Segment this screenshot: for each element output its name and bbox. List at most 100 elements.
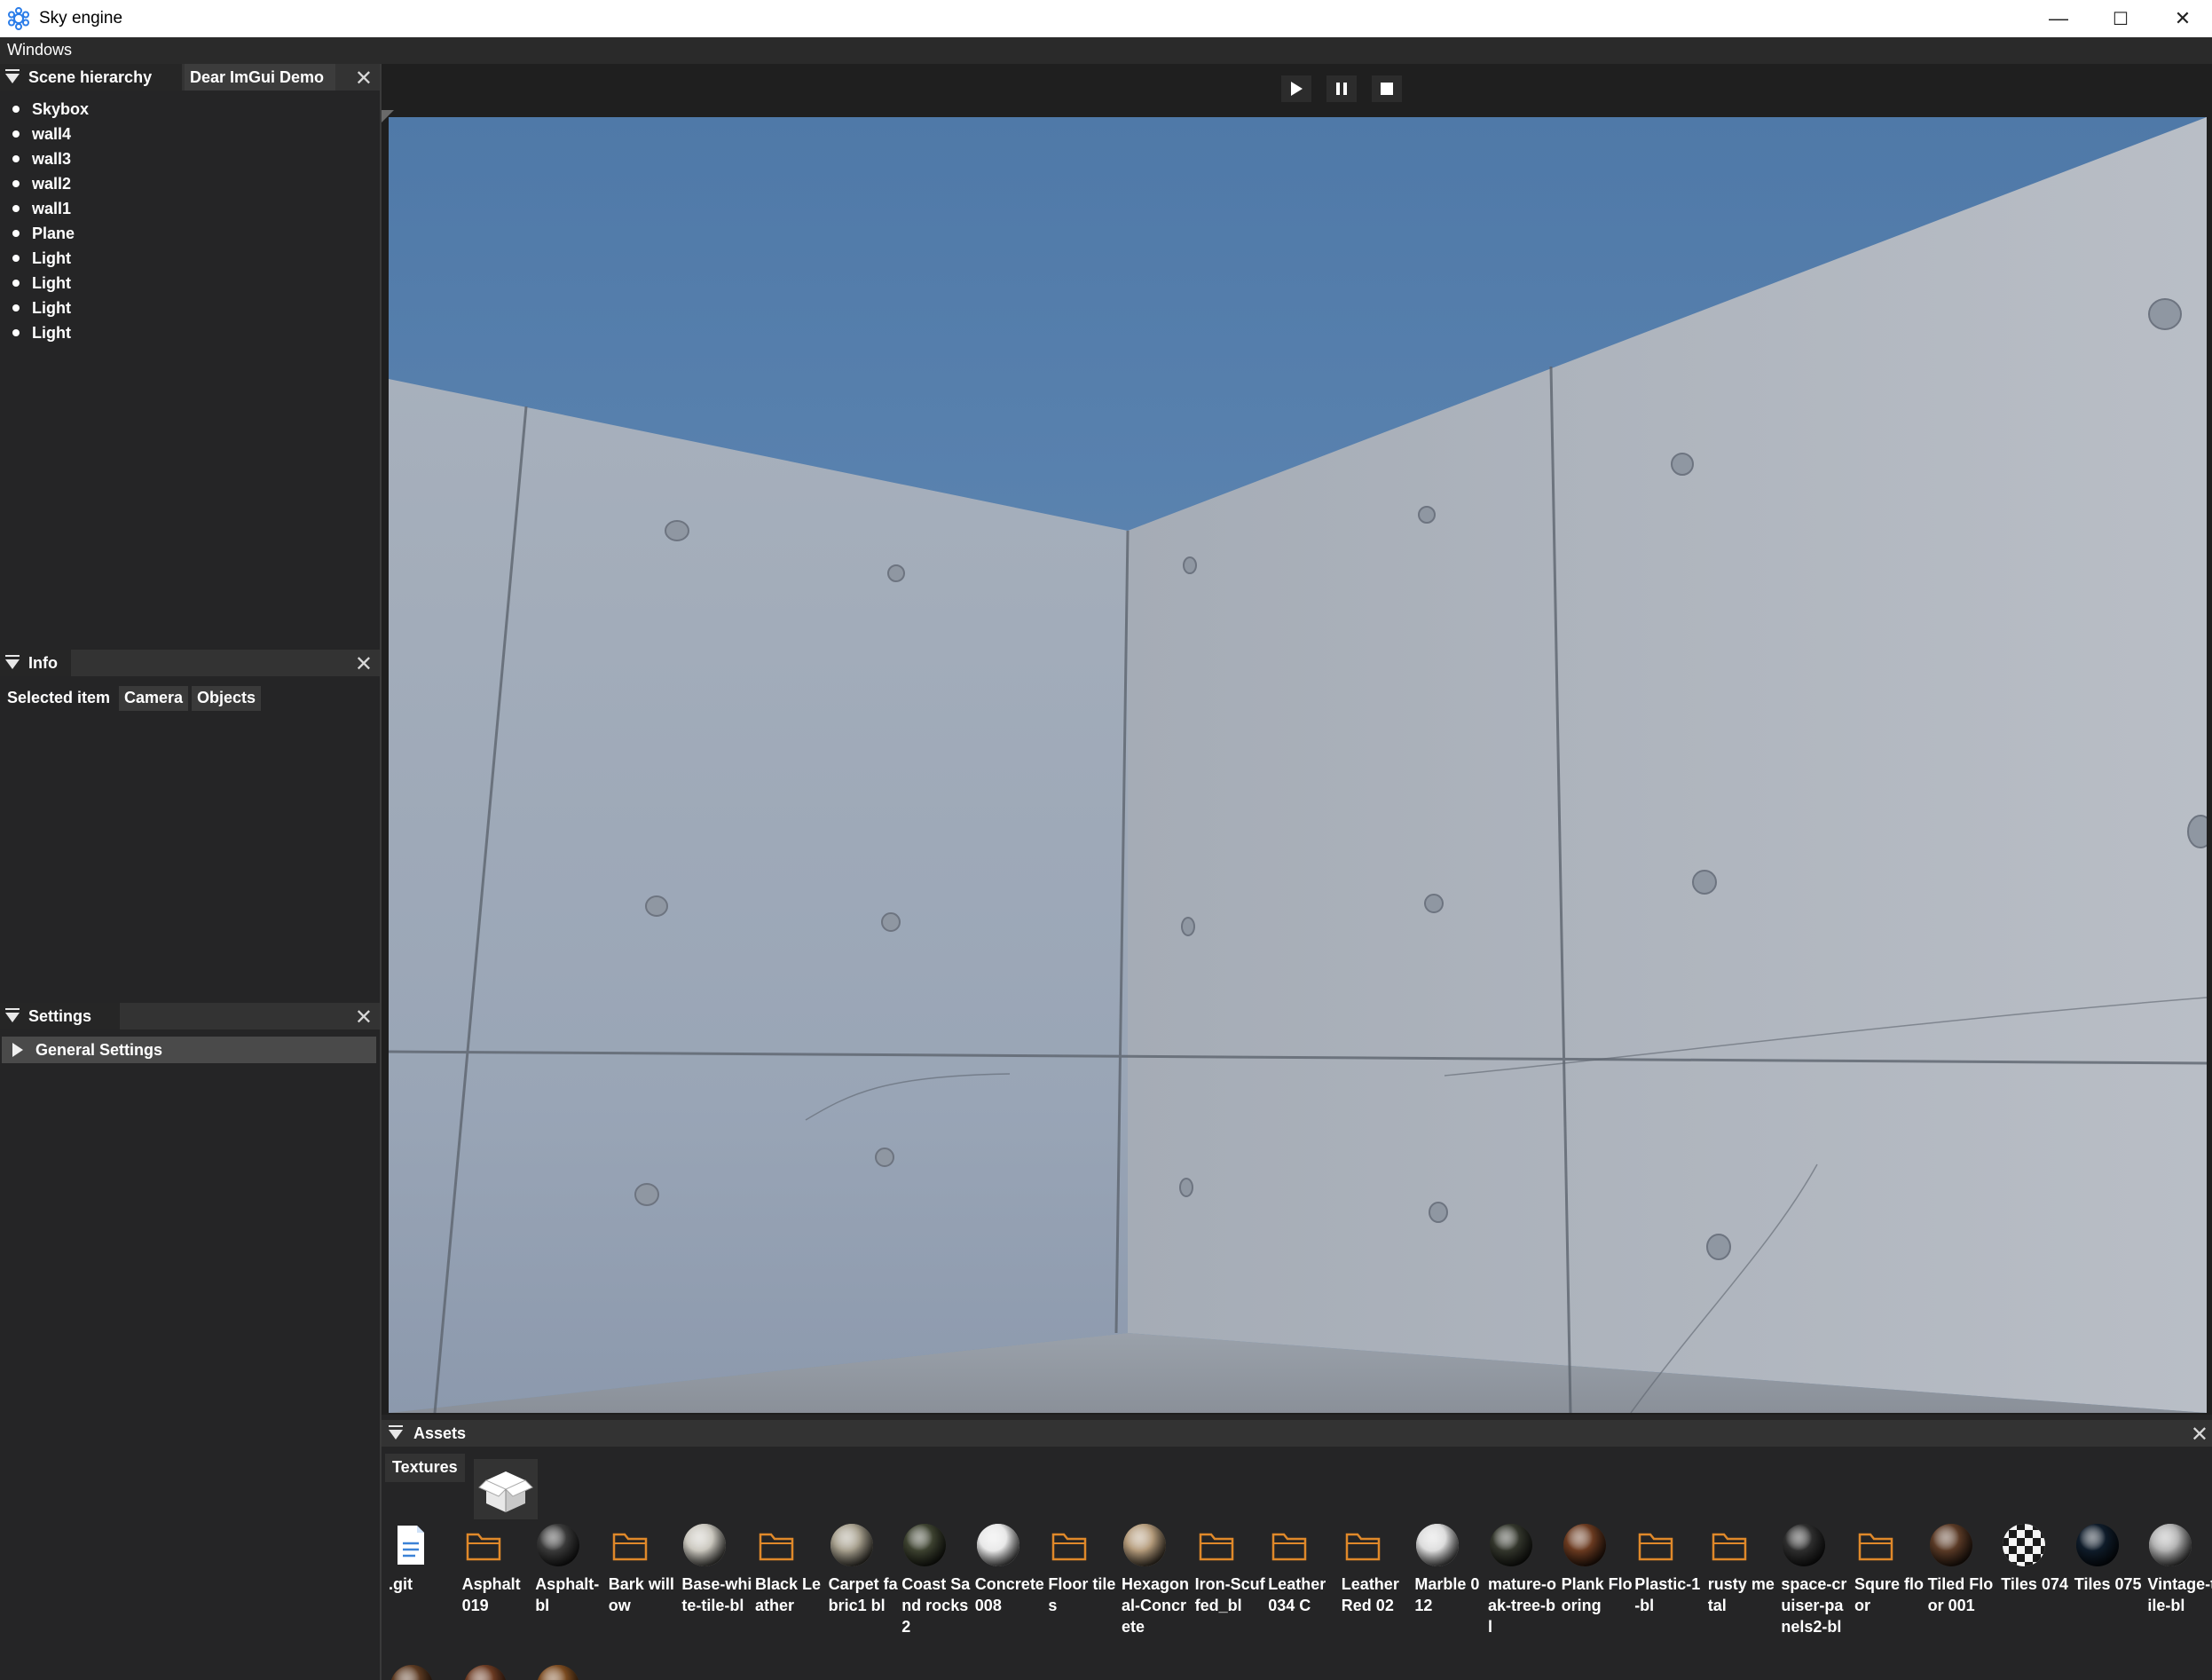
material-sphere-icon: [1562, 1522, 1608, 1568]
asset-item[interactable]: Asphalt-bl: [535, 1522, 606, 1568]
bullet-icon: [12, 304, 20, 312]
settings-header: Settings ✕: [0, 1003, 380, 1029]
close-icon[interactable]: ✕: [355, 651, 373, 677]
scene-hierarchy-header: Scene hierarchy Dear ImGui Demo ✕: [0, 64, 380, 91]
hierarchy-item[interactable]: wall1: [12, 196, 71, 221]
asset-item[interactable]: Floor tiles: [1048, 1522, 1119, 1568]
asset-item[interactable]: Tiled Floor 001: [1928, 1522, 1999, 1568]
hierarchy-item[interactable]: Light: [12, 246, 71, 271]
hierarchy-item-label: Light: [32, 274, 71, 293]
asset-name: Tiles 074: [2001, 1574, 2072, 1595]
hierarchy-item-label: wall4: [32, 125, 71, 144]
folder-icon: [755, 1522, 801, 1568]
play-button[interactable]: [1281, 75, 1311, 102]
tab-textures[interactable]: Textures: [385, 1454, 465, 1482]
tab-info[interactable]: Info: [0, 650, 71, 676]
bullet-icon: [12, 329, 20, 336]
material-sphere-icon[interactable]: [389, 1663, 435, 1680]
assets-panel: Assets ✕ Textures .gitAsphalt 019Asphalt…: [382, 1420, 2212, 1680]
pause-button[interactable]: [1326, 75, 1357, 102]
document-icon: [389, 1522, 435, 1568]
collapse-triangle-icon[interactable]: [5, 74, 20, 83]
play-icon: [1289, 81, 1303, 97]
asset-item[interactable]: Plastic-1-bl: [1634, 1522, 1705, 1568]
hierarchy-item[interactable]: wall4: [12, 122, 71, 146]
asset-item[interactable]: Tiles 075: [2074, 1522, 2145, 1568]
folder-icon: [1268, 1522, 1314, 1568]
stop-button[interactable]: [1372, 75, 1402, 102]
hierarchy-item[interactable]: wall3: [12, 146, 71, 171]
asset-item[interactable]: Leather 034 C: [1268, 1522, 1339, 1568]
asset-item[interactable]: .git: [389, 1522, 460, 1568]
menu-bar: Windows: [0, 37, 2212, 64]
asset-item[interactable]: Base-white-tile-bl: [681, 1522, 752, 1568]
asset-name: Tiles 075: [2074, 1574, 2145, 1595]
asset-item[interactable]: space-cruiser-panels2-bl: [1781, 1522, 1852, 1568]
general-settings-node[interactable]: General Settings: [2, 1037, 376, 1063]
bullet-icon: [12, 230, 20, 237]
collapse-triangle-icon[interactable]: [5, 1013, 20, 1022]
asset-item[interactable]: Black Leather: [755, 1522, 826, 1568]
scene-hierarchy-panel: Scene hierarchy Dear ImGui Demo ✕ Skybox…: [0, 64, 380, 646]
asset-item[interactable]: Carpet fabric1 bl: [829, 1522, 900, 1568]
asset-item[interactable]: Hexagonal-Concrete: [1122, 1522, 1193, 1568]
close-icon[interactable]: ✕: [2191, 1422, 2208, 1447]
tab-settings[interactable]: Settings: [0, 1003, 120, 1029]
asset-item[interactable]: Marble 012: [1414, 1522, 1485, 1568]
asset-item[interactable]: Tiles 074: [2001, 1522, 2072, 1568]
hierarchy-item-label: Skybox: [32, 100, 89, 119]
material-sphere-icon[interactable]: [535, 1663, 581, 1680]
info-header: Info ✕: [0, 650, 380, 676]
tab-dear-imgui-demo[interactable]: Dear ImGui Demo: [185, 64, 335, 91]
close-window-button[interactable]: ✕: [2152, 0, 2212, 37]
folder-icon: [1854, 1522, 1901, 1568]
asset-name: Asphalt-bl: [535, 1574, 606, 1616]
asset-item[interactable]: Iron-Scuffed_bl: [1195, 1522, 1266, 1568]
asset-item[interactable]: mature-oak-tree-bl: [1488, 1522, 1559, 1568]
asset-item[interactable]: Squre floor: [1854, 1522, 1925, 1568]
asset-name: Leather 034 C: [1268, 1574, 1339, 1616]
tab-objects[interactable]: Objects: [192, 686, 261, 711]
asset-item[interactable]: Leather Red 02: [1342, 1522, 1413, 1568]
asset-item[interactable]: Concrete 008: [975, 1522, 1046, 1568]
tab-selected-item[interactable]: Selected item: [2, 686, 115, 711]
asset-item[interactable]: Plank Flooring: [1562, 1522, 1633, 1568]
asset-item[interactable]: Asphalt 019: [462, 1522, 533, 1568]
folder-icon: [1195, 1522, 1241, 1568]
scene-viewport[interactable]: [389, 117, 2207, 1413]
asset-name: Leather Red 02: [1342, 1574, 1413, 1616]
collapse-triangle-icon[interactable]: [5, 659, 20, 669]
bullet-icon: [12, 106, 20, 113]
material-sphere-icon: [1781, 1522, 1827, 1568]
menu-windows[interactable]: Windows: [7, 41, 72, 59]
close-icon[interactable]: ✕: [355, 1005, 373, 1030]
asset-item[interactable]: Coast Sand rocks 2: [901, 1522, 972, 1568]
hierarchy-item[interactable]: Light: [12, 320, 71, 345]
hierarchy-item[interactable]: Light: [12, 271, 71, 296]
bullet-icon: [12, 280, 20, 287]
folder-icon: [462, 1522, 508, 1568]
asset-name: Tiled Floor 001: [1928, 1574, 1999, 1616]
tab-camera[interactable]: Camera: [119, 686, 188, 711]
asset-item[interactable]: Vintage-tile-bl: [2147, 1522, 2212, 1568]
material-sphere-icon: [1488, 1522, 1534, 1568]
minimize-button[interactable]: —: [2027, 0, 2090, 37]
assets-title: Assets: [413, 1424, 466, 1443]
material-sphere-icon[interactable]: [462, 1663, 508, 1680]
hierarchy-item[interactable]: Skybox: [12, 97, 89, 122]
asset-item[interactable]: rusty metal: [1708, 1522, 1779, 1568]
hierarchy-item[interactable]: Light: [12, 296, 71, 320]
asset-name: Squre floor: [1854, 1574, 1925, 1616]
hierarchy-item[interactable]: Plane: [12, 221, 75, 246]
collapse-triangle-icon[interactable]: [389, 1430, 403, 1439]
material-sphere-icon: [829, 1522, 875, 1568]
asset-item[interactable]: Bark willow: [609, 1522, 680, 1568]
close-icon[interactable]: ✕: [355, 66, 373, 91]
collapse-bar-icon: [389, 1425, 403, 1427]
tab-scene-hierarchy[interactable]: Scene hierarchy: [0, 64, 182, 91]
maximize-button[interactable]: ☐: [2090, 0, 2152, 37]
hierarchy-item[interactable]: wall2: [12, 171, 71, 196]
asset-name: Floor tiles: [1048, 1574, 1119, 1616]
import-asset-button[interactable]: [474, 1459, 538, 1519]
viewport-frame: [382, 110, 2212, 1415]
